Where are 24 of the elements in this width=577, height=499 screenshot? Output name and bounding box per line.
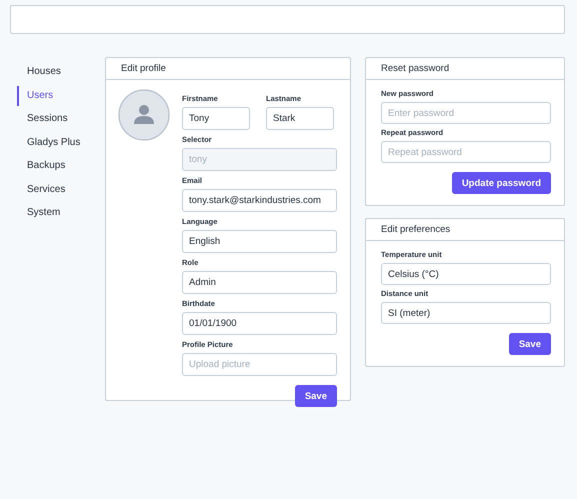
sidebar-item[interactable]: Gladys Plus xyxy=(17,132,105,152)
save-button[interactable]: Save xyxy=(508,333,551,355)
save-button[interactable]: Save xyxy=(294,385,337,407)
sidebar-item[interactable]: Services xyxy=(17,180,105,200)
password-field[interactable]: Enter password xyxy=(381,102,551,124)
sidebar-item[interactable]: Backups xyxy=(17,156,105,176)
text-field[interactable]: Admin xyxy=(182,271,337,294)
text-field[interactable]: 01/01/1900 xyxy=(182,312,337,335)
sidebar-item[interactable]: Sessions xyxy=(17,109,105,129)
card-title: Edit preferences xyxy=(381,224,450,235)
sidebar-item[interactable]: Houses xyxy=(17,62,105,82)
text-field[interactable]: English xyxy=(182,230,337,253)
text-field[interactable]: Upload picture xyxy=(182,353,337,376)
update-password-button[interactable]: Update password xyxy=(452,172,551,194)
text-field[interactable]: tony.stark@starkindustries.com xyxy=(182,189,337,212)
avatar-icon xyxy=(118,89,170,141)
select-field[interactable]: SI (meter) xyxy=(381,302,551,324)
text-field[interactable]: Stark xyxy=(266,107,334,130)
card-title: Reset password xyxy=(381,63,450,74)
card-title: Edit profile xyxy=(121,63,166,74)
password-field[interactable]: Repeat password xyxy=(381,141,551,163)
text-field[interactable]: Tony xyxy=(182,107,250,130)
sidebar-item[interactable]: System xyxy=(17,203,105,223)
select-field[interactable]: Celsius (°C) xyxy=(381,263,551,285)
